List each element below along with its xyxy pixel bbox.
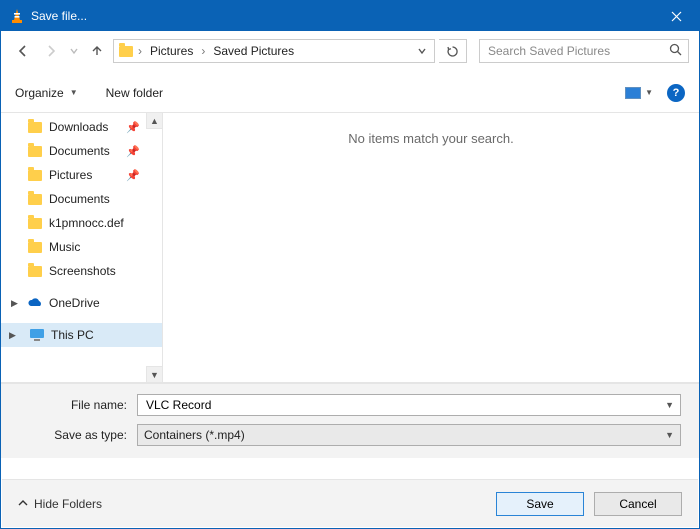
chevron-down-icon[interactable]: ▼ [659, 430, 674, 440]
folder-icon [27, 191, 43, 207]
main-area: ▲ Downloads 📌 Documents 📌 Pictures 📌 [1, 113, 699, 383]
cancel-button-label: Cancel [619, 497, 656, 511]
folder-icon [27, 119, 43, 135]
tree-item-label: Documents [49, 144, 110, 158]
tree-item-label: k1pmnocc.def [49, 216, 124, 230]
type-field[interactable]: Containers (*.mp4) ▼ [137, 424, 681, 446]
chevron-down-icon: ▼ [70, 88, 78, 97]
help-button[interactable]: ? [667, 84, 685, 102]
window-title: Save file... [31, 9, 87, 23]
tree-item-label: OneDrive [49, 296, 100, 310]
up-button[interactable] [85, 39, 109, 63]
hide-folders-label: Hide Folders [34, 497, 102, 511]
organize-label: Organize [15, 86, 64, 100]
this-pc-icon [29, 327, 45, 343]
back-button[interactable] [11, 39, 35, 63]
tree-item-screenshots[interactable]: Screenshots [1, 259, 162, 283]
chevron-up-icon [18, 497, 28, 511]
tree-item-k1pmnocc[interactable]: k1pmnocc.def [1, 211, 162, 235]
empty-message: No items match your search. [348, 131, 513, 146]
tree-item-downloads[interactable]: Downloads 📌 [1, 115, 162, 139]
breadcrumb[interactable]: Saved Pictures [209, 44, 298, 58]
tree-item-documents[interactable]: Documents 📌 [1, 139, 162, 163]
type-value: Containers (*.mp4) [144, 428, 659, 442]
tree-group-onedrive[interactable]: ▶ OneDrive [1, 291, 162, 315]
folder-icon [118, 43, 134, 59]
search-input[interactable] [486, 43, 669, 59]
save-button[interactable]: Save [496, 492, 584, 516]
vlc-icon [9, 8, 25, 24]
titlebar: Save file... [1, 1, 699, 31]
filename-field[interactable]: ▼ [137, 394, 681, 416]
tree-item-thispc[interactable]: ▶ This PC [1, 323, 162, 347]
pin-icon: 📌 [126, 145, 156, 158]
filename-input[interactable] [144, 397, 659, 413]
address-bar[interactable]: › Pictures › Saved Pictures [113, 39, 435, 63]
breadcrumb[interactable]: Pictures [146, 44, 197, 58]
folder-icon [27, 167, 43, 183]
toolbar: Organize ▼ New folder ▼ ? [1, 73, 699, 113]
chevron-down-icon[interactable]: ▼ [659, 400, 674, 410]
new-folder-label: New folder [106, 86, 163, 100]
chevron-right-icon: ▶ [11, 298, 21, 309]
pin-icon: 📌 [126, 169, 156, 182]
forward-button[interactable] [39, 39, 63, 63]
tree-item-label: Pictures [49, 168, 92, 182]
onedrive-icon [27, 297, 43, 309]
tree-item-pictures[interactable]: Pictures 📌 [1, 163, 162, 187]
search-icon [669, 43, 682, 59]
save-form: File name: ▼ Save as type: Containers (*… [1, 383, 699, 458]
search-box[interactable] [479, 39, 689, 63]
organize-menu[interactable]: Organize ▼ [15, 86, 78, 100]
tree-item-music[interactable]: Music [1, 235, 162, 259]
file-list[interactable]: No items match your search. [163, 113, 699, 382]
view-mode-button[interactable]: ▼ [625, 87, 653, 99]
folder-icon [27, 239, 43, 255]
tree-item-label: Downloads [49, 120, 108, 134]
folder-icon [27, 263, 43, 279]
tree-item-label: This PC [51, 328, 94, 342]
view-icon [625, 87, 641, 99]
chevron-right-icon: ▶ [9, 330, 19, 341]
folder-icon [27, 215, 43, 231]
tree-item-documents-2[interactable]: Documents [1, 187, 162, 211]
folder-icon [27, 143, 43, 159]
tree-item-label: Music [49, 240, 80, 254]
type-label: Save as type: [19, 428, 137, 442]
cancel-button[interactable]: Cancel [594, 492, 682, 516]
save-button-label: Save [526, 497, 553, 511]
close-button[interactable] [653, 1, 699, 31]
nav-tree: ▲ Downloads 📌 Documents 📌 Pictures 📌 [1, 113, 163, 382]
scroll-up-button[interactable]: ▲ [146, 113, 162, 129]
chevron-right-icon: › [136, 44, 144, 58]
chevron-right-icon: › [199, 44, 207, 58]
footer: Hide Folders Save Cancel [2, 479, 698, 527]
new-folder-button[interactable]: New folder [106, 86, 163, 100]
hide-folders-toggle[interactable]: Hide Folders [18, 497, 102, 511]
scroll-down-button[interactable]: ▼ [146, 366, 162, 382]
tree-item-label: Documents [49, 192, 110, 206]
history-dropdown[interactable] [67, 47, 81, 55]
filename-label: File name: [19, 398, 137, 412]
address-dropdown[interactable] [414, 44, 430, 58]
nav-row: › Pictures › Saved Pictures [1, 31, 699, 67]
refresh-button[interactable] [439, 39, 467, 63]
chevron-down-icon: ▼ [645, 88, 653, 97]
tree-item-label: Screenshots [49, 264, 116, 278]
